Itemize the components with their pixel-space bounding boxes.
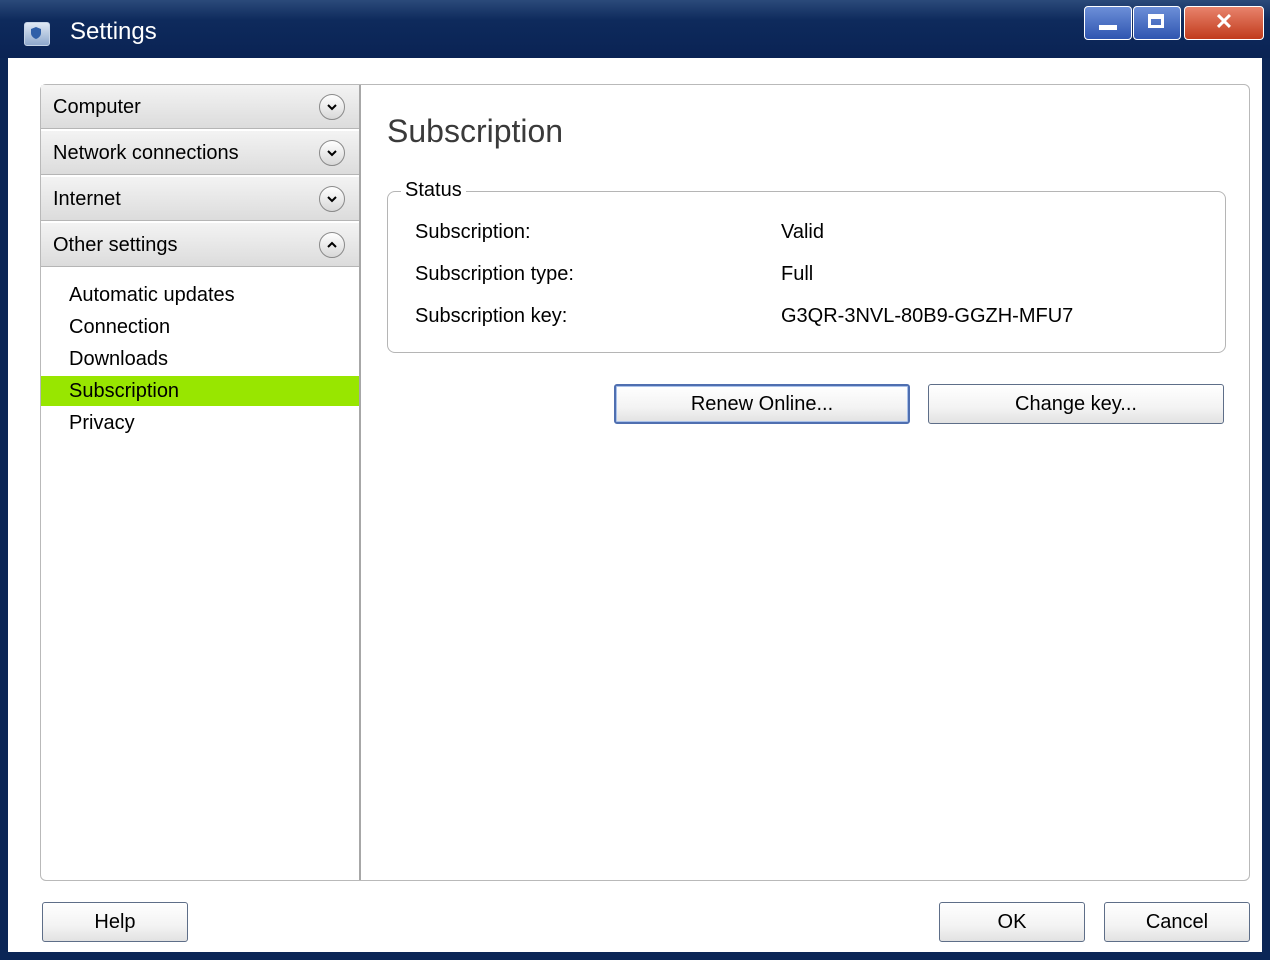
chevron-up-icon[interactable] xyxy=(319,232,345,258)
chevron-down-icon[interactable] xyxy=(319,186,345,212)
nav-item-label: Connection xyxy=(69,316,171,338)
subscription-value: Valid xyxy=(781,221,824,243)
subscription-key-value: G3QR-3NVL-80B9-GGZH-MFU7 xyxy=(781,305,1074,327)
settings-nav: Computer Network connections Internet Ot… xyxy=(41,85,361,880)
nav-item-label: Downloads xyxy=(69,348,168,370)
subscription-type-label: Subscription type: xyxy=(415,263,574,285)
nav-item-connection[interactable]: Connection xyxy=(41,312,359,342)
nav-section-other-settings[interactable]: Other settings xyxy=(41,223,359,267)
chevron-down-icon[interactable] xyxy=(319,94,345,120)
subscription-label: Subscription: xyxy=(415,221,531,243)
nav-item-label: Privacy xyxy=(69,412,135,434)
minimize-icon xyxy=(1099,25,1117,30)
nav-item-label: Subscription xyxy=(69,380,180,402)
nav-item-downloads[interactable]: Downloads xyxy=(41,344,359,374)
subscription-key-label: Subscription key: xyxy=(415,305,568,327)
ok-button[interactable]: OK xyxy=(939,902,1085,942)
window-frame-right xyxy=(1262,58,1270,960)
chevron-down-icon[interactable] xyxy=(319,140,345,166)
nav-item-subscription[interactable]: Subscription xyxy=(41,376,359,406)
nav-item-privacy[interactable]: Privacy xyxy=(41,408,359,438)
window-frame-bottom xyxy=(0,952,1270,960)
maximize-icon xyxy=(1148,14,1164,28)
nav-section-label: Network connections xyxy=(53,142,239,164)
page-title: Subscription xyxy=(387,113,564,149)
help-button[interactable]: Help xyxy=(42,902,188,942)
renew-online-button[interactable]: Renew Online... xyxy=(614,384,910,424)
nav-item-automatic-updates[interactable]: Automatic updates xyxy=(41,280,359,310)
title-bar[interactable]: Settings ✕ xyxy=(0,0,1270,58)
window-title: Settings xyxy=(70,18,157,45)
change-key-button[interactable]: Change key... xyxy=(928,384,1224,424)
maximize-button[interactable] xyxy=(1133,6,1181,40)
nav-section-label: Internet xyxy=(53,188,121,210)
close-icon: ✕ xyxy=(1214,9,1234,34)
window-frame-left xyxy=(0,58,8,960)
cancel-button[interactable]: Cancel xyxy=(1104,902,1250,942)
nav-section-label: Computer xyxy=(53,96,141,118)
nav-section-internet[interactable]: Internet xyxy=(41,177,359,221)
settings-panel: Computer Network connections Internet Ot… xyxy=(40,84,1250,881)
nav-item-label: Automatic updates xyxy=(69,284,235,306)
status-group-legend: Status xyxy=(401,179,466,202)
settings-window: Settings ✕ Computer Network connections … xyxy=(0,0,1270,960)
nav-section-network-connections[interactable]: Network connections xyxy=(41,131,359,175)
subscription-type-value: Full xyxy=(781,263,814,285)
minimize-button[interactable] xyxy=(1084,6,1132,40)
nav-section-computer[interactable]: Computer xyxy=(41,85,359,129)
app-shield-icon xyxy=(24,22,50,46)
close-button[interactable]: ✕ xyxy=(1184,6,1264,40)
nav-section-label: Other settings xyxy=(53,234,178,256)
